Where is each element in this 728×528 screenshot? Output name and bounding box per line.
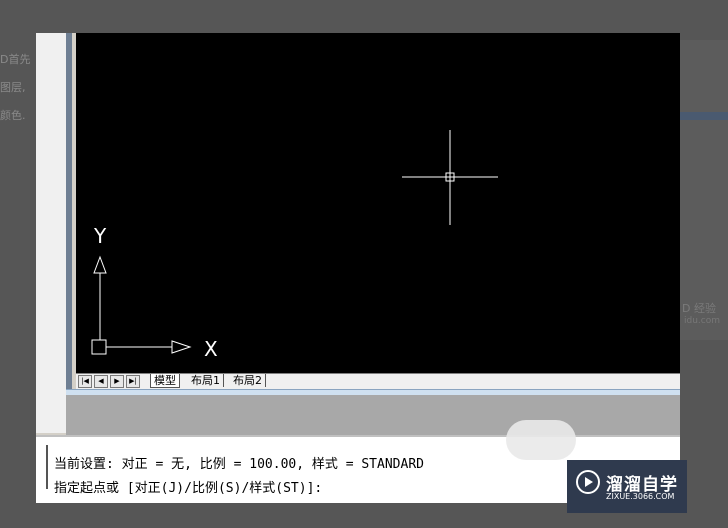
crosshair-cursor [402, 130, 498, 225]
command-window-divider [46, 445, 48, 489]
drawing-svg: Y X [91, 130, 498, 361]
nav-next-button[interactable]: ▶ [110, 375, 124, 388]
command-prompt-line[interactable]: 指定起点或 [对正(J)/比例(S)/样式(ST)]: [54, 477, 322, 496]
layout-tab-bar: |◀ ◀ ▶ ▶| 模型 布局1 布局2 [76, 373, 680, 389]
autocad-window: Y X |◀ ◀ ▶ ▶| 模型 布局1 布局2 当前设置: 对正 = 无, 比… [36, 33, 680, 503]
tab-layout1[interactable]: 布局1 [188, 374, 224, 387]
x-axis-label: X [204, 337, 218, 361]
bg-text-line: D首先 [0, 53, 31, 66]
bg-text-line: 颜色. [0, 109, 26, 122]
command-history-line: 当前设置: 对正 = 无, 比例 = 100.00, 样式 = STANDARD [54, 457, 424, 472]
logo-url: ZIXUE.3066.COM [606, 492, 675, 501]
background-right-stripe [680, 112, 728, 120]
tab-layout2[interactable]: 布局2 [230, 374, 266, 387]
ucs-icon [91, 255, 192, 355]
play-logo-icon [576, 470, 600, 494]
y-axis-label: Y [93, 224, 107, 248]
background-right-panel [680, 40, 728, 340]
background-watermark: D 经验 [682, 302, 716, 315]
drawing-canvas[interactable]: Y X [76, 33, 680, 373]
blurred-region [506, 420, 576, 460]
nav-first-button[interactable]: |◀ [78, 375, 92, 388]
background-watermark-url: idu.com [684, 316, 720, 326]
nav-prev-button[interactable]: ◀ [94, 375, 108, 388]
background-side-text: D首先 图层, 颜色. [0, 46, 40, 130]
workspace-gray-area [66, 395, 680, 435]
left-scrollbar[interactable] [66, 33, 72, 433]
left-panel [36, 33, 67, 433]
bg-text-line: 图层, [0, 81, 26, 94]
play-triangle-icon [585, 477, 593, 487]
nav-last-button[interactable]: ▶| [126, 375, 140, 388]
tab-model[interactable]: 模型 [150, 374, 180, 388]
